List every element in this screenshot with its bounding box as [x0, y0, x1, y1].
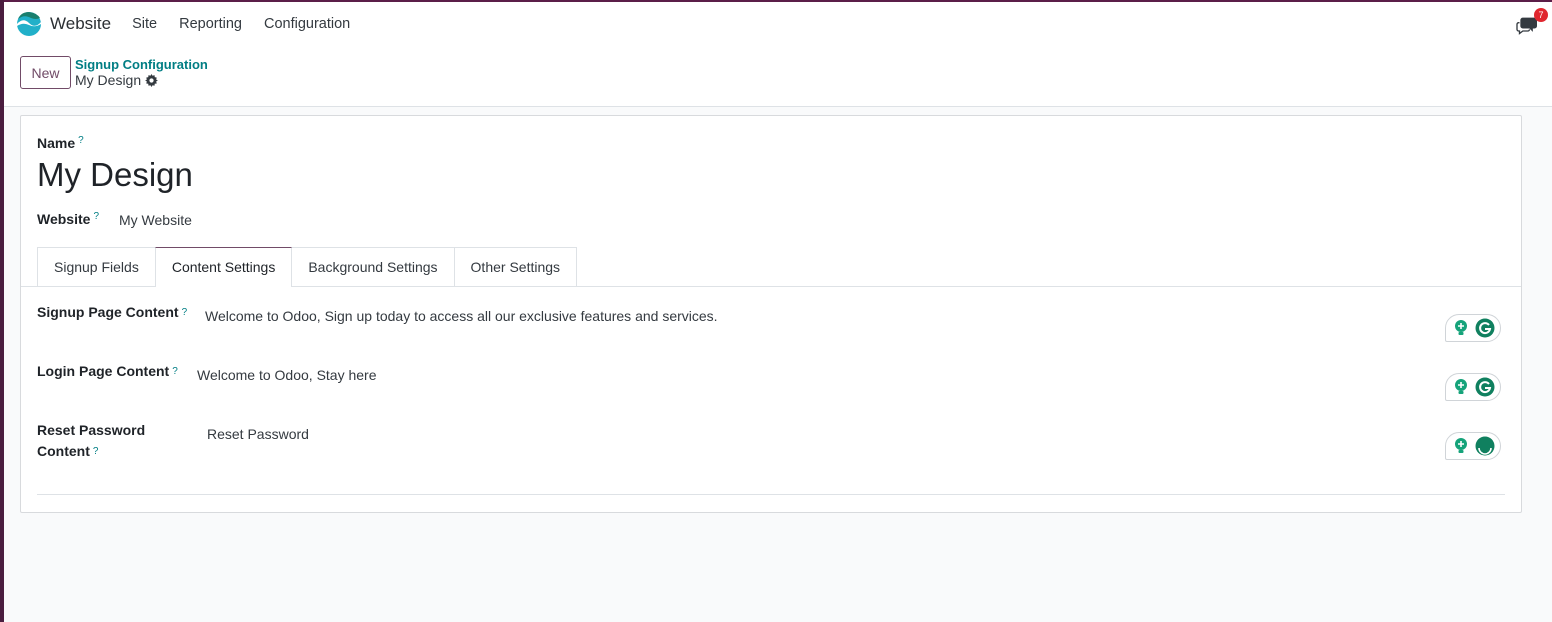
tab-other-settings[interactable]: Other Settings: [453, 247, 578, 286]
app-brand[interactable]: Website: [16, 11, 121, 37]
grammarly-icon: [1475, 377, 1495, 397]
control-panel: New Signup Configuration My Design: [4, 46, 1552, 107]
form-bottom-divider: [37, 494, 1505, 495]
tooltip-mark[interactable]: ?: [182, 307, 188, 318]
website-app-icon: [17, 12, 41, 36]
tooltip-mark[interactable]: ?: [78, 135, 84, 146]
login-page-content-field[interactable]: Welcome to Odoo, Stay here: [197, 367, 377, 383]
notebook-tabs: Signup Fields Content Settings Backgroun…: [37, 247, 578, 287]
discuss-button[interactable]: 7: [1516, 8, 1548, 36]
tab-content-settings[interactable]: Content Settings: [154, 247, 293, 287]
tooltip-mark[interactable]: ?: [93, 211, 99, 222]
menu-configuration[interactable]: Configuration: [264, 16, 350, 32]
form-sheet: Name? My Design Website? My Website Sign…: [20, 115, 1522, 513]
name-field[interactable]: My Design: [37, 156, 193, 194]
lightbulb-icon: [1454, 320, 1467, 335]
gear-icon[interactable]: [145, 73, 158, 87]
grammarly-status-icon: [1475, 436, 1495, 456]
tab-signup-fields[interactable]: Signup Fields: [37, 247, 156, 286]
menu-site[interactable]: Site: [132, 16, 157, 32]
website-field[interactable]: My Website: [119, 212, 192, 228]
website-label: Website?: [37, 211, 99, 227]
grammarly-widget[interactable]: [1445, 373, 1501, 401]
new-button[interactable]: New: [20, 56, 71, 89]
signup-page-content-label: Signup Page Content?: [37, 304, 188, 320]
grammarly-widget[interactable]: [1445, 314, 1501, 342]
grammarly-icon: [1475, 318, 1495, 338]
signup-page-content-field[interactable]: Welcome to Odoo, Sign up today to access…: [205, 308, 718, 324]
breadcrumb-signup-configuration[interactable]: Signup Configuration: [75, 57, 208, 72]
reset-password-content-label: Reset Password Content?: [37, 422, 146, 459]
breadcrumb-current-record: My Design: [75, 72, 158, 88]
name-label: Name?: [37, 135, 84, 151]
tooltip-mark[interactable]: ?: [172, 366, 178, 377]
reset-password-content-field[interactable]: Reset Password: [207, 426, 309, 442]
tab-background-settings[interactable]: Background Settings: [291, 247, 455, 286]
lightbulb-icon: [1454, 438, 1467, 453]
record-title: My Design: [75, 72, 142, 88]
lightbulb-icon: [1454, 379, 1467, 394]
chat-counter-badge: 7: [1534, 8, 1548, 22]
app-name: Website: [50, 14, 112, 33]
login-page-content-label: Login Page Content?: [37, 363, 178, 379]
menu-reporting[interactable]: Reporting: [179, 16, 242, 32]
top-navbar: Website Site Reporting Configuration 7: [4, 2, 1552, 46]
tooltip-mark[interactable]: ?: [93, 446, 99, 457]
grammarly-widget[interactable]: [1445, 432, 1501, 460]
